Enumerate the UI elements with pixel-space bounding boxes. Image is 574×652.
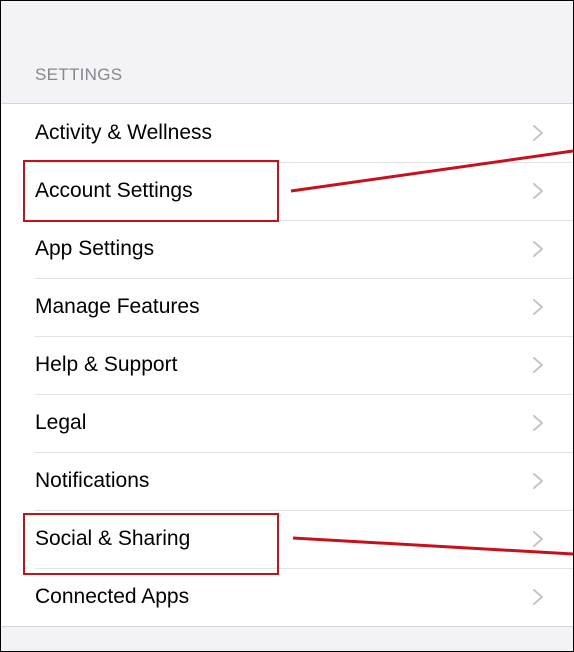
settings-item-legal[interactable]: Legal (1, 394, 573, 452)
settings-screen: SETTINGS Activity & Wellness Account Set… (0, 0, 574, 652)
chevron-right-icon (533, 241, 543, 257)
settings-item-label: Connected Apps (35, 585, 190, 608)
settings-item-label: Activity & Wellness (35, 121, 212, 144)
settings-item-account-settings[interactable]: Account Settings (1, 162, 573, 220)
chevron-right-icon (533, 531, 543, 547)
chevron-right-icon (533, 589, 543, 605)
settings-item-app-settings[interactable]: App Settings (1, 220, 573, 278)
settings-item-activity-wellness[interactable]: Activity & Wellness (1, 104, 573, 162)
settings-item-label: App Settings (35, 237, 155, 260)
settings-item-manage-features[interactable]: Manage Features (1, 278, 573, 336)
chevron-right-icon (533, 357, 543, 373)
settings-item-help-support[interactable]: Help & Support (1, 336, 573, 394)
settings-item-connected-apps[interactable]: Connected Apps (1, 568, 573, 626)
settings-item-notifications[interactable]: Notifications (1, 452, 573, 510)
settings-item-label: Account Settings (35, 179, 193, 202)
chevron-right-icon (533, 299, 543, 315)
settings-item-label: Help & Support (35, 353, 178, 376)
chevron-right-icon (533, 473, 543, 489)
settings-item-label: Social & Sharing (35, 527, 191, 550)
chevron-right-icon (533, 125, 543, 141)
settings-item-label: Manage Features (35, 295, 200, 318)
settings-item-label: Notifications (35, 469, 150, 492)
chevron-right-icon (533, 415, 543, 431)
settings-item-social-sharing[interactable]: Social & Sharing (1, 510, 573, 568)
settings-list: Activity & Wellness Account Settings App… (1, 103, 573, 627)
section-header-settings: SETTINGS (35, 65, 123, 84)
settings-item-label: Legal (35, 411, 87, 434)
chevron-right-icon (533, 183, 543, 199)
